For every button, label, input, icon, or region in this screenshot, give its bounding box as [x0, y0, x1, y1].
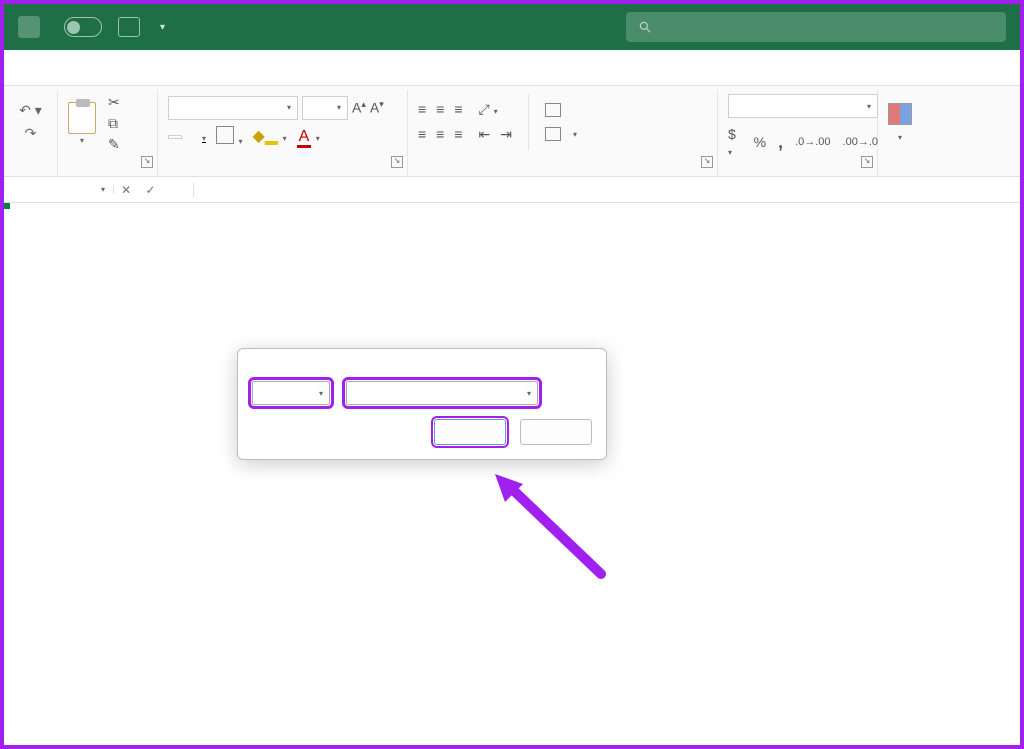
search-icon [638, 20, 652, 34]
comma-format-icon[interactable]: , [778, 132, 783, 153]
dialog-launcher-icon[interactable]: ↘ [701, 156, 713, 168]
fill-color-button[interactable]: ◆▬ ▾ [252, 126, 286, 148]
title-bar: ▾ [4, 4, 1020, 50]
conditional-formatting-icon [888, 103, 912, 125]
document-title[interactable]: ▾ [156, 22, 165, 33]
increase-decimal-icon[interactable]: .0→.00 [795, 136, 830, 148]
group-label-undo [14, 150, 47, 172]
ok-button[interactable] [434, 419, 506, 445]
accounting-format-icon[interactable]: $ ▾ [728, 126, 742, 158]
toggle-knob [67, 21, 80, 34]
format-style-select[interactable]: ▾ [346, 381, 538, 405]
paste-button[interactable]: ▾ [68, 102, 96, 145]
undo-icon[interactable]: ↶ ▾ [19, 102, 42, 119]
bold-button[interactable] [168, 135, 182, 139]
redo-icon[interactable]: ↷ [25, 125, 37, 142]
ribbon-tabs [4, 50, 1020, 86]
align-left-icon[interactable]: ≡ [418, 126, 426, 143]
font-size-combo[interactable]: ▾ [302, 96, 348, 120]
search-input[interactable] [626, 12, 1006, 42]
format-painter-icon[interactable]: ✎ [108, 136, 120, 153]
wrap-text-button[interactable] [545, 103, 577, 117]
chevron-down-icon: ▾ [160, 22, 165, 33]
toggle-switch[interactable] [64, 17, 102, 37]
enter-formula-icon[interactable]: ✓ [145, 183, 155, 197]
dialog-launcher-icon[interactable]: ↘ [391, 156, 403, 168]
ribbon: ↶ ▾ ↷ ▾ ✂ ⧉ ✎ ↘ [4, 86, 1020, 177]
align-right-icon[interactable]: ≡ [454, 126, 462, 143]
orientation-icon[interactable]: ⤢ ▾ [479, 101, 498, 118]
name-box[interactable]: ▾ [4, 185, 114, 194]
font-color-button[interactable]: A ▾ [297, 128, 320, 146]
increase-indent-icon[interactable]: ⇥ [500, 126, 512, 143]
underline-button[interactable]: ▾ [202, 128, 206, 146]
cancel-button[interactable] [520, 419, 592, 445]
autosave-toggle[interactable] [56, 17, 102, 37]
fill-handle[interactable] [4, 203, 10, 209]
align-bottom-icon[interactable]: ≡ [454, 101, 462, 118]
border-button[interactable]: ▾ [216, 126, 242, 149]
annotation-arrow [491, 474, 621, 599]
paste-icon [68, 102, 96, 134]
decrease-font-icon[interactable]: A▾ [370, 99, 384, 116]
duplicate-type-select[interactable]: ▾ [252, 381, 330, 405]
app-icon [18, 16, 40, 38]
cut-icon[interactable]: ✂ [108, 94, 120, 111]
cancel-formula-icon[interactable]: ✕ [121, 183, 131, 197]
number-format-combo[interactable]: ▾ [728, 94, 878, 118]
increase-font-icon[interactable]: A▴ [352, 99, 366, 116]
copy-icon[interactable]: ⧉ [108, 115, 120, 132]
dialog-launcher-icon[interactable]: ↘ [861, 156, 873, 168]
formula-bar: ▾ ✕ ✓ [4, 177, 1020, 203]
align-middle-icon[interactable]: ≡ [436, 101, 444, 118]
merge-center-button[interactable]: ▾ [545, 127, 577, 141]
align-center-icon[interactable]: ≡ [436, 126, 444, 143]
duplicate-values-dialog: ▾ ▾ [237, 348, 607, 460]
decrease-indent-icon[interactable]: ⇤ [479, 126, 491, 143]
save-icon[interactable] [118, 17, 140, 37]
wrap-text-icon [545, 103, 561, 117]
merge-icon [545, 127, 561, 141]
align-top-icon[interactable]: ≡ [418, 101, 426, 118]
font-family-combo[interactable]: ▾ [168, 96, 298, 120]
conditional-formatting-button[interactable]: ▾ [888, 103, 912, 142]
dialog-launcher-icon[interactable]: ↘ [141, 156, 153, 168]
percent-format-icon[interactable]: % [754, 134, 766, 150]
decrease-decimal-icon[interactable]: .00→.0 [843, 136, 878, 148]
